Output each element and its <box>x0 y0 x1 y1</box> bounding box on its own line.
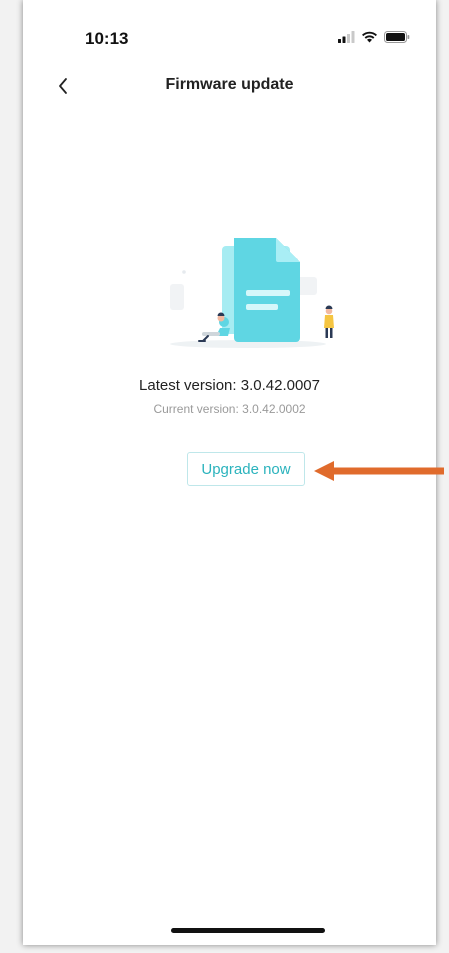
status-time: 10:13 <box>85 29 129 48</box>
upgrade-now-button[interactable]: Upgrade now <box>187 452 305 486</box>
arrow-left-icon <box>314 461 444 481</box>
page-title: Firmware update <box>165 76 294 93</box>
signal-icon <box>338 31 355 43</box>
nav-bar: Firmware update <box>23 64 436 108</box>
battery-icon <box>384 31 410 43</box>
current-version-text: Current version: 3.0.42.0002 <box>153 402 306 416</box>
latest-version-text: Latest version: 3.0.42.0007 <box>139 377 320 394</box>
document-update-illustration <box>170 238 334 348</box>
wifi-icon <box>362 31 377 43</box>
status-bar: 10:13 <box>23 0 436 60</box>
status-icons <box>338 29 410 45</box>
home-indicator <box>171 928 325 933</box>
